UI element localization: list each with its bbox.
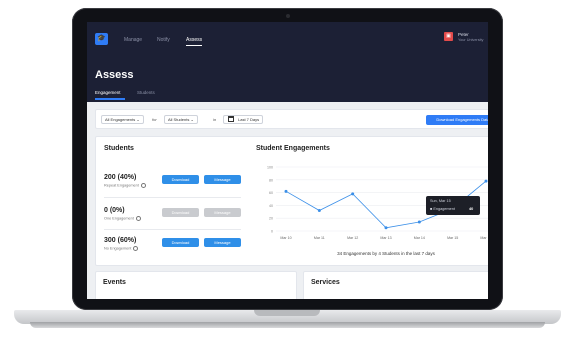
nav-assess[interactable]: Assess	[186, 37, 202, 43]
nav-manage[interactable]: Manage	[124, 37, 142, 43]
no-engagement-label: No Engagement	[104, 246, 139, 251]
one-engagement-label-text: One Engagement	[104, 216, 134, 221]
y-tick-label: 0	[271, 230, 273, 234]
data-point	[384, 226, 388, 230]
repeat-engagement-label: Repeat Engagement	[104, 183, 146, 188]
one-engagement-value: 0 (0%)	[104, 207, 125, 214]
repeat-message-button[interactable]: Message	[204, 175, 241, 184]
x-tick-label: Mar 10	[280, 236, 291, 240]
services-card: Services	[303, 271, 488, 299]
no-engagement-value: 300 (60%)	[104, 237, 137, 244]
y-tick-label: 20	[269, 217, 273, 221]
data-point	[351, 192, 355, 196]
calendar-icon	[228, 116, 234, 122]
x-tick-label: Mar 16	[480, 236, 488, 240]
no-message-button[interactable]: Message	[204, 238, 241, 247]
repeat-engagement-label-text: Repeat Engagement	[104, 183, 139, 188]
repeat-engagement-value: 200 (40%)	[104, 174, 137, 181]
row-divider	[104, 197, 241, 198]
date-range-value: Last 7 Days	[238, 117, 260, 122]
chart-title: Student Engagements	[256, 145, 330, 152]
y-tick-label: 100	[267, 166, 273, 170]
tooltip-value: 40	[469, 207, 474, 211]
tab-active-indicator	[95, 98, 125, 100]
laptop-scene: 🎓 Manage Notify Assess ▣ Peter Your Univ…	[0, 0, 573, 337]
chart-summary: 34 Engagements by 4 Students in the last…	[337, 251, 435, 256]
graduation-cap-logo-icon[interactable]: 🎓	[95, 33, 108, 45]
laptop-notch	[254, 310, 320, 316]
no-download-button[interactable]: Download	[162, 238, 199, 247]
students-title: Students	[104, 145, 134, 152]
user-avatar-icon[interactable]: ▣	[444, 32, 453, 41]
y-tick-label: 80	[269, 178, 273, 182]
tab-students[interactable]: Students	[137, 90, 155, 95]
x-tick-label: Mar 15	[447, 236, 458, 240]
page-title: Assess	[95, 69, 134, 81]
app-header: 🎓 Manage Notify Assess ▣ Peter Your Univ…	[87, 22, 488, 102]
user-org: Your University	[458, 38, 484, 42]
data-point	[284, 189, 288, 193]
download-engagements-button[interactable]: Download Engagements Data	[426, 115, 488, 125]
for-text: for	[152, 117, 157, 122]
services-title: Services	[311, 279, 340, 286]
x-tick-label: Mar 14	[414, 236, 425, 240]
in-text: in	[213, 117, 217, 122]
tooltip-label: ■ Engagement	[430, 207, 455, 211]
engagement-card: Students 200 (40%) Repeat Engagement Dow…	[95, 136, 488, 266]
laptop-base-shadow	[30, 322, 545, 328]
info-icon[interactable]	[135, 216, 141, 221]
engagements-select-value: All Engagements	[105, 117, 136, 122]
tooltip-label-text: Engagement	[433, 207, 455, 211]
x-tick-label: Mar 11	[314, 236, 325, 240]
repeat-download-button[interactable]: Download	[162, 175, 199, 184]
data-point	[484, 179, 488, 183]
events-title: Events	[103, 279, 126, 286]
engagements-select[interactable]: All Engagements ⌄	[101, 115, 144, 124]
nav-active-indicator	[186, 45, 202, 46]
x-tick-label: Mar 13	[380, 236, 391, 240]
app-screen: 🎓 Manage Notify Assess ▣ Peter Your Univ…	[87, 22, 488, 299]
data-point	[417, 220, 421, 224]
tab-engagement[interactable]: Engagement	[95, 90, 121, 95]
students-select-value: All Students	[168, 117, 190, 122]
data-point	[317, 209, 321, 213]
info-icon[interactable]	[133, 246, 139, 251]
chart-tooltip: Sun, Mar 15 ■ Engagement 40	[426, 196, 480, 215]
one-message-button[interactable]: Message	[204, 208, 241, 217]
one-download-button[interactable]: Download	[162, 208, 199, 217]
no-engagement-label-text: No Engagement	[104, 246, 132, 251]
events-card: Events	[95, 271, 297, 299]
y-tick-label: 40	[269, 204, 273, 208]
user-name[interactable]: Peter	[458, 32, 469, 37]
row-divider	[104, 229, 241, 230]
camera	[286, 14, 290, 18]
students-select[interactable]: All Students ⌄	[164, 115, 198, 124]
tooltip-date: Sun, Mar 15	[430, 199, 451, 203]
info-icon[interactable]	[140, 183, 146, 188]
one-engagement-label: One Engagement	[104, 216, 141, 221]
nav-notify[interactable]: Notify	[157, 37, 170, 43]
y-tick-label: 60	[269, 191, 273, 195]
filter-bar: All Engagements ⌄ for All Students ⌄ in …	[95, 109, 488, 129]
x-tick-label: Mar 12	[347, 236, 358, 240]
